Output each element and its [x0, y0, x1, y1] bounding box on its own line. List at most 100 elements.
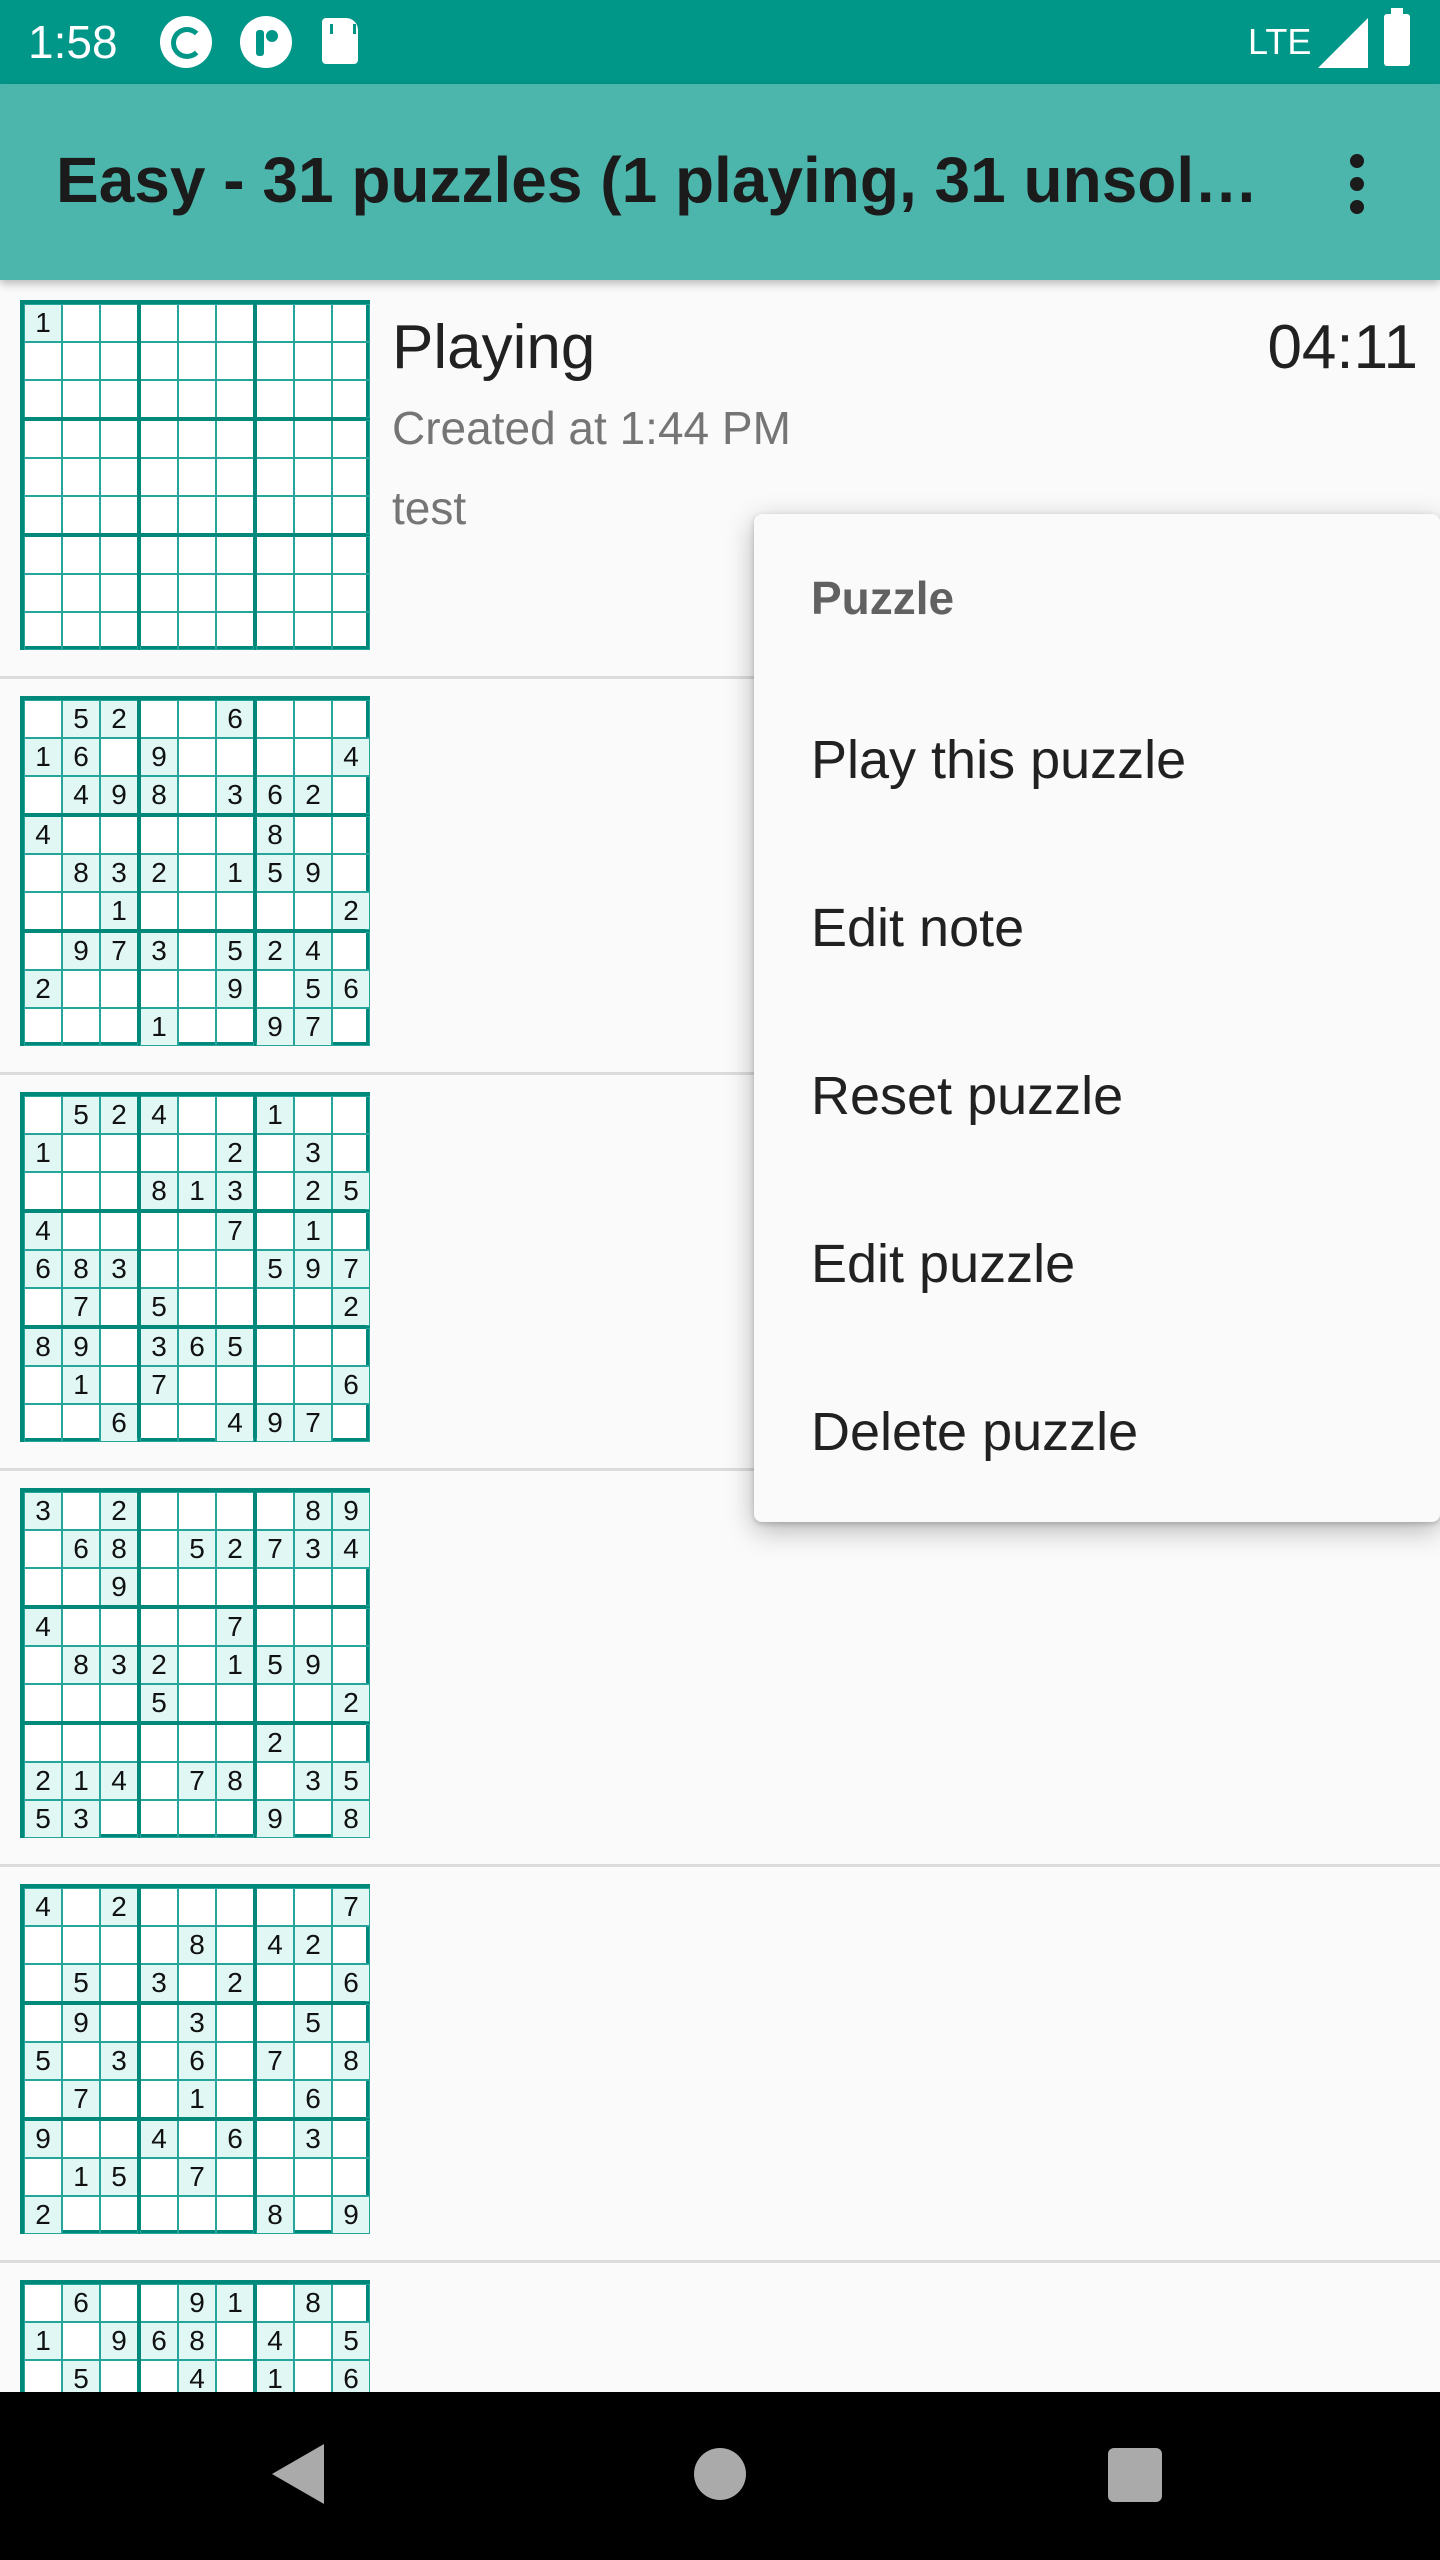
sudoku-cell [62, 1724, 100, 1762]
sudoku-cell: 1 [24, 738, 62, 776]
sudoku-cell [140, 2284, 178, 2322]
box-divider [24, 813, 366, 817]
sudoku-cell: 3 [216, 776, 254, 814]
sudoku-cell [24, 342, 62, 380]
box-divider [24, 417, 366, 421]
sudoku-cell [294, 304, 332, 342]
sudoku-cell [294, 700, 332, 738]
sudoku-cell [62, 970, 100, 1008]
back-icon[interactable] [272, 2444, 324, 2504]
sudoku-cell [256, 1172, 294, 1210]
box-divider [137, 1096, 141, 1438]
sudoku-cell: 6 [216, 2120, 254, 2158]
sudoku-cell: 8 [256, 2196, 294, 2234]
sudoku-cell [100, 2120, 138, 2158]
puzzle-thumbnail: 526169449836248832159129735242956197 [20, 696, 370, 1046]
puzzle-list-item[interactable]: 4278425326935536787169463157289 [0, 1864, 1440, 2263]
sudoku-cell: 9 [256, 1404, 294, 1442]
sudoku-cell [100, 1684, 138, 1722]
sudoku-cell: 3 [294, 1530, 332, 1568]
sudoku-cell: 2 [24, 2196, 62, 2234]
sudoku-cell [216, 342, 254, 380]
edit-puzzle-menu-item[interactable]: Edit puzzle [754, 1178, 1440, 1346]
sudoku-cell [216, 2042, 254, 2080]
sudoku-cell [216, 304, 254, 342]
puzzle-list-item[interactable]: 3289685273494783215952221478355398 [0, 1468, 1440, 1867]
sudoku-cell: 8 [256, 816, 294, 854]
sudoku-cell [294, 2322, 332, 2360]
puzzle-created: Created at 1:44 PM [392, 402, 791, 454]
home-icon[interactable] [694, 2448, 746, 2500]
more-vert-icon[interactable] [1340, 144, 1380, 224]
sudoku-cell [140, 1888, 178, 1926]
sudoku-cell: 5 [62, 1964, 100, 2002]
sudoku-cell: 9 [100, 776, 138, 814]
sudoku-cell: 5 [256, 854, 294, 892]
sudoku-cell: 6 [178, 2042, 216, 2080]
sudoku-cell [140, 1404, 178, 1442]
sudoku-cell [216, 738, 254, 776]
sudoku-cell: 2 [24, 1762, 62, 1800]
recents-icon[interactable] [1108, 2448, 1162, 2502]
sudoku-cell [62, 458, 100, 496]
sudoku-cell [256, 738, 294, 776]
menu-header: Puzzle [811, 572, 955, 624]
sudoku-cell [178, 2196, 216, 2234]
sudoku-cell [24, 496, 62, 534]
sudoku-cell: 3 [178, 2004, 216, 2042]
sudoku-cell [256, 496, 294, 534]
sudoku-cell: 1 [24, 304, 62, 342]
sudoku-cell [178, 1964, 216, 2002]
sudoku-cell [294, 1888, 332, 1926]
sudoku-cell: 1 [216, 854, 254, 892]
sudoku-cell: 2 [100, 1492, 138, 1530]
sudoku-cell: 4 [62, 776, 100, 814]
sudoku-cell [24, 1684, 62, 1722]
sudoku-cell [294, 1684, 332, 1722]
sudoku-cell [332, 1724, 370, 1762]
reset-puzzle-menu-item[interactable]: Reset puzzle [754, 1010, 1440, 1178]
puzzle-list-item[interactable]: 69181968455416 [0, 2260, 1440, 2392]
sudoku-cell: 2 [294, 1926, 332, 1964]
box-divider [253, 700, 257, 1042]
sudoku-cell [62, 1926, 100, 1964]
play-puzzle-menu-item[interactable]: Play this puzzle [754, 674, 1440, 842]
sudoku-cell: 6 [140, 2322, 178, 2360]
sudoku-cell [140, 1724, 178, 1762]
sudoku-cell [294, 2158, 332, 2196]
navigation-bar [0, 2392, 1440, 2560]
sudoku-cell [256, 612, 294, 650]
sudoku-cell: 2 [100, 1888, 138, 1926]
sudoku-cell [216, 1568, 254, 1606]
sudoku-cell: 9 [140, 738, 178, 776]
sudoku-cell [332, 1096, 370, 1134]
sudoku-cell [178, 738, 216, 776]
sudoku-cell [100, 1008, 138, 1046]
sudoku-cell [178, 1288, 216, 1326]
sudoku-cell: 9 [332, 2196, 370, 2234]
sudoku-cell [100, 2196, 138, 2234]
sudoku-cell [140, 1250, 178, 1288]
sudoku-cell [216, 2196, 254, 2234]
edit-note-menu-item[interactable]: Edit note [754, 842, 1440, 1010]
sudoku-cell: 3 [100, 2042, 138, 2080]
box-divider [137, 1492, 141, 1834]
status-time: 1:58 [28, 16, 118, 68]
sudoku-cell [100, 1288, 138, 1326]
sudoku-cell: 1 [24, 1134, 62, 1172]
box-divider [24, 2001, 366, 2005]
sudoku-cell [140, 496, 178, 534]
sudoku-cell: 6 [24, 1250, 62, 1288]
sudoku-cell: 1 [140, 1008, 178, 1046]
sudoku-cell [100, 342, 138, 380]
sudoku-cell: 4 [256, 2322, 294, 2360]
sudoku-cell [256, 700, 294, 738]
sudoku-cell [100, 1926, 138, 1964]
sudoku-cell [24, 1172, 62, 1210]
sudoku-cell: 8 [62, 1646, 100, 1684]
delete-puzzle-menu-item[interactable]: Delete puzzle [754, 1346, 1440, 1514]
sudoku-cell [100, 536, 138, 574]
sudoku-cell [100, 574, 138, 612]
sudoku-cell: 7 [256, 2042, 294, 2080]
sudoku-cell [332, 612, 370, 650]
